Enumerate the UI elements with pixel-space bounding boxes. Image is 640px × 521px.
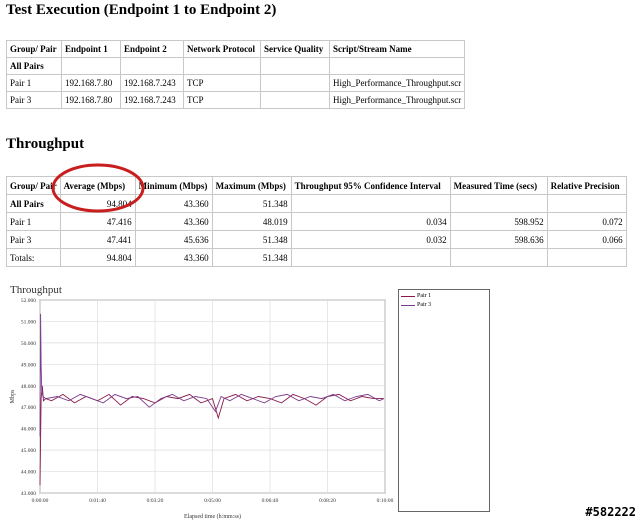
table-cell: [120, 57, 184, 75]
table-row: Pair 1 192.168.7.80 192.168.7.243 TCP Hi…: [6, 74, 466, 92]
x-tick-label: 0:10:00: [377, 498, 394, 504]
table-cell: 47.441: [59, 230, 136, 249]
highlight-ellipse: [51, 163, 145, 213]
throughput-heading: Throughput: [6, 136, 85, 152]
table-cell: 51.348: [211, 230, 292, 249]
table-row: Pair 3 47.441 45.636 51.348 0.032 598.63…: [6, 230, 627, 249]
table-cell: 0.066: [546, 230, 627, 249]
table-cell: [260, 91, 330, 109]
table-cell: 192.168.7.243: [120, 74, 184, 92]
table-cell: Totals:: [6, 248, 61, 267]
table-cell: 48.019: [211, 212, 292, 231]
table-cell: 51.348: [211, 194, 292, 213]
header-cell: Relative Precision: [546, 176, 627, 195]
table-cell: Pair 3: [6, 230, 61, 249]
x-tick-label: 0:00:00: [32, 498, 49, 504]
watermark: #582222: [585, 505, 636, 519]
table-cell: 0.034: [290, 212, 451, 231]
table-cell: 43.360: [134, 248, 213, 267]
legend-swatch: [401, 295, 415, 297]
table-cell: [546, 194, 627, 213]
header-cell: Measured Time (secs): [449, 176, 548, 195]
table-cell: TCP: [183, 91, 261, 109]
header-cell: Endpoint 1: [61, 40, 121, 58]
table-cell: [260, 57, 330, 75]
table-cell: 192.168.7.243: [120, 91, 184, 109]
table-cell: [328, 57, 466, 75]
table-cell: [449, 194, 548, 213]
header-cell: Group/ Pair: [6, 40, 62, 58]
x-tick-label: 0:08:20: [319, 498, 336, 504]
table-cell: 0.032: [290, 230, 451, 249]
table-cell: 192.168.7.80: [61, 74, 121, 92]
table-cell: 45.636: [134, 230, 213, 249]
x-axis-label: Elapsed time (h:mm:ss): [184, 513, 241, 520]
header-cell: Endpoint 2: [120, 40, 184, 58]
table-cell: High_Performance_Throughput.scr: [328, 74, 466, 92]
header-cell: Service Quality: [260, 40, 330, 58]
legend-label: Pair 1: [417, 293, 432, 299]
y-tick-label: 51.000: [21, 319, 36, 325]
table-cell: [260, 74, 330, 92]
header-cell: Script/Stream Name: [328, 40, 466, 58]
header-cell: Network Protocol: [183, 40, 261, 58]
y-tick-label: 52.000: [21, 298, 36, 304]
table-cell: 598.636: [449, 230, 548, 249]
y-tick-label: 50.000: [21, 341, 36, 347]
y-tick-label: 49.000: [21, 362, 36, 368]
x-tick-label: 0:03:20: [147, 498, 164, 504]
x-tick-label: 0:01:40: [89, 498, 106, 504]
y-axis-label: Mbps: [10, 389, 16, 403]
y-tick-label: 46.000: [21, 427, 36, 433]
table-row: All Pairs: [6, 57, 466, 75]
x-tick-label: 0:06:40: [262, 498, 279, 504]
header-cell: Maximum (Mbps): [211, 176, 292, 195]
table-cell: All Pairs: [6, 57, 62, 75]
table-cell: 51.348: [211, 248, 292, 267]
y-tick-label: 43.000: [21, 491, 36, 497]
test-execution-table: Group/ Pair Endpoint 1 Endpoint 2 Networ…: [6, 40, 466, 109]
table-cell: [449, 248, 548, 267]
table-cell: 94.804: [59, 248, 136, 267]
test-execution-heading: Test Execution (Endpoint 1 to Endpoint 2…: [6, 2, 277, 18]
table-header-row: Group/ Pair Endpoint 1 Endpoint 2 Networ…: [6, 40, 466, 58]
table-cell: [290, 248, 451, 267]
y-tick-label: 44.000: [21, 470, 36, 476]
table-cell: [183, 57, 261, 75]
y-tick-label: 45.000: [21, 448, 36, 454]
table-cell: High_Performance_Throughput.scr: [328, 91, 466, 109]
y-tick-label: 48.000: [21, 384, 36, 390]
table-cell: 598.952: [449, 212, 548, 231]
table-cell: TCP: [183, 74, 261, 92]
throughput-chart: 43.000 44.000 45.000 46.000 47.000 48.000 49.0…: [10, 298, 394, 520]
legend-label: Pair 3: [417, 302, 432, 308]
highlight-ellipse-shape: [51, 163, 145, 213]
x-tick-label: 0:05:00: [204, 498, 221, 504]
table-row: Pair 3 192.168.7.80 192.168.7.243 TCP Hi…: [6, 91, 466, 109]
table-cell: [61, 57, 121, 75]
table-cell: [546, 248, 627, 267]
table-row: Totals: 94.804 43.360 51.348: [6, 248, 627, 267]
table-cell: Pair 3: [6, 91, 62, 109]
y-tick-label: 47.000: [21, 405, 36, 411]
legend-item: Pair 1: [401, 293, 431, 299]
table-cell: Pair 1: [6, 74, 62, 92]
table-cell: 0.072: [546, 212, 627, 231]
legend-item: Pair 3: [401, 302, 431, 308]
table-cell: [290, 194, 451, 213]
table-cell: 192.168.7.80: [61, 91, 121, 109]
header-cell: Throughput 95% Confidence Interval: [290, 176, 451, 195]
legend-swatch: [401, 304, 415, 306]
chart-legend: Pair 1 Pair 3: [398, 289, 490, 512]
